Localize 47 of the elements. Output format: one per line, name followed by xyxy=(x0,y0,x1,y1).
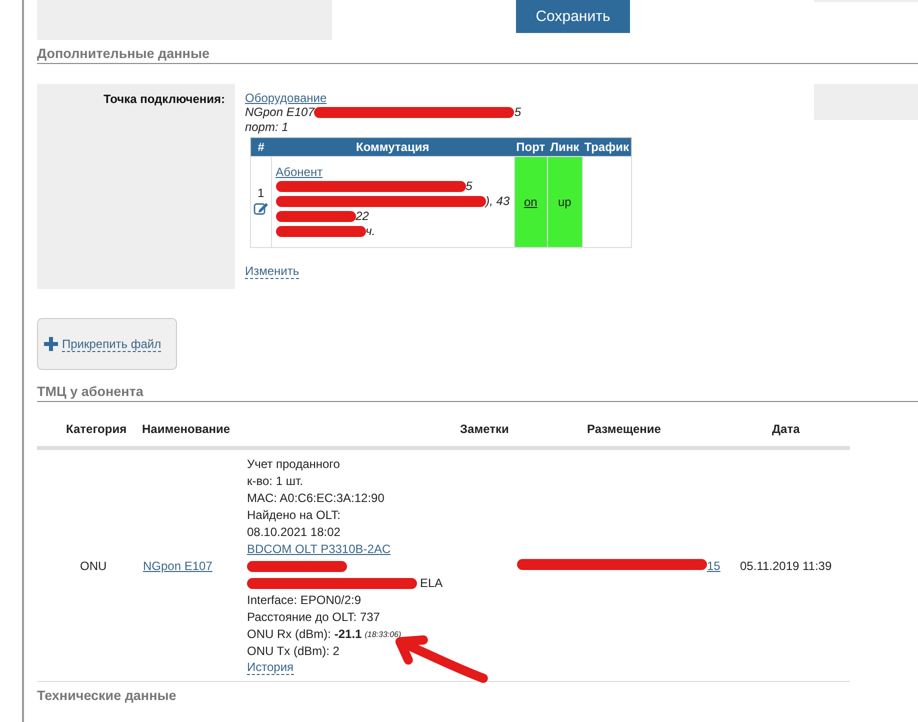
note-text: ONU Tx (dBm): 2 xyxy=(247,643,340,660)
device-text: 5 xyxy=(514,105,522,120)
equipment-link[interactable]: Оборудование xyxy=(245,91,327,105)
address-text: 22 xyxy=(356,209,369,224)
column-header: Заметки xyxy=(447,422,516,448)
attach-file-button[interactable]: Прикрепить файл xyxy=(37,318,177,370)
note-text: к-во: 1 шт. xyxy=(247,473,304,490)
save-button[interactable]: Сохранить xyxy=(516,0,630,33)
section-heading: ТМЦ у абонента xyxy=(37,384,918,402)
timestamp: (18:33:06) xyxy=(364,629,402,641)
table-cell: 05.11.2019 11:39 xyxy=(735,448,850,682)
device-text: NGpon E107 xyxy=(245,105,314,120)
note-text: MAC: A0:C6:EC:3A:12:90 xyxy=(247,490,386,507)
note-text: ELA xyxy=(420,575,443,592)
field-label: Точка подключения: xyxy=(104,92,225,106)
column-header: Категория xyxy=(37,422,142,448)
port-link[interactable]: on xyxy=(524,195,538,209)
olt-link[interactable]: BDCOM OLT P3310B-2AC xyxy=(247,541,391,558)
address-text: 5 xyxy=(466,179,472,194)
item-link[interactable]: NGpon E107 xyxy=(143,558,212,572)
column-header: Трафик xyxy=(582,138,632,156)
address-text: ч. xyxy=(366,224,376,239)
note-text: Расстояние до OLT: 737 xyxy=(247,609,381,626)
note-text: ONU Rx (dBm): -21.1 xyxy=(247,626,362,643)
section-heading: Дополнительные данные xyxy=(37,46,918,64)
placement-link[interactable]: 15 xyxy=(707,558,720,572)
column-header: Порт xyxy=(514,138,548,156)
plus-icon xyxy=(44,337,58,351)
column-header: # xyxy=(250,138,272,156)
column-header: Линк xyxy=(547,138,582,156)
subscriber-link[interactable]: Абонент xyxy=(276,165,323,179)
note-text: Найдено на OLT: xyxy=(247,507,342,524)
column-header: Размещение xyxy=(516,422,735,448)
address-text: ), 43 xyxy=(486,194,510,209)
history-link[interactable]: История xyxy=(247,660,294,675)
port-text: порт: 1 xyxy=(245,120,290,135)
column-header: Коммутация xyxy=(271,138,514,156)
change-link[interactable]: Изменить xyxy=(245,264,300,279)
note-text: 08.10.2021 18:02 xyxy=(247,524,342,541)
link-status-cell: up xyxy=(547,156,582,248)
row-number: 1 xyxy=(256,186,266,200)
column-header: Дата xyxy=(735,422,850,448)
section-heading: Технические данные xyxy=(37,688,178,705)
table-cell: ONU xyxy=(37,448,142,682)
note-text: Interface: EPON0/2:9 xyxy=(247,592,362,609)
note-text: Учет проданного xyxy=(247,456,341,473)
column-header: Наименование xyxy=(142,422,247,448)
